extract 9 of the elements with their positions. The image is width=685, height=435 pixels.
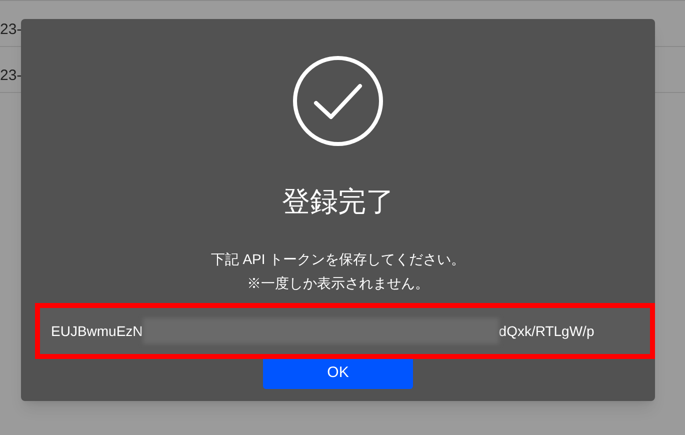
check-circle-icon — [292, 55, 384, 147]
message-text: 下記 API トークンを保存してください。 — [210, 250, 466, 269]
token-end-text: dQxk/RTLgW/p — [498, 322, 594, 341]
table-cell-text: 23- — [0, 20, 22, 40]
ok-button[interactable]: OK — [263, 356, 413, 389]
token-start-text: EUJBwmuEzN — [51, 322, 143, 340]
message-text: ※一度しか表示されません。 — [246, 274, 429, 293]
table-cell-text: 23- — [0, 66, 22, 86]
dialog-title: 登録完了 — [282, 185, 394, 219]
